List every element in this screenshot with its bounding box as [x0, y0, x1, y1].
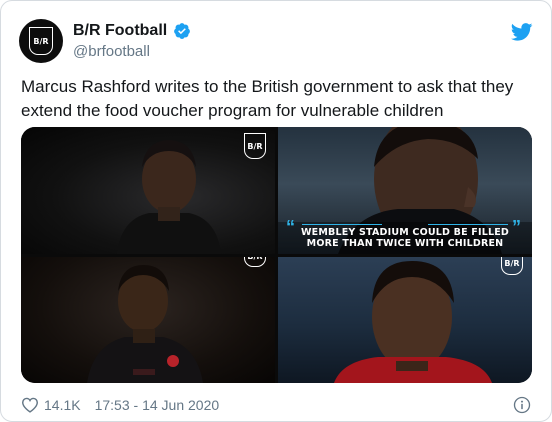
tweet-footer: 14.1K 17:53 - 14 Jun 2020: [21, 395, 533, 415]
quote-text: WEMBLEY STADIUM COULD BE FILLED MORE THA…: [301, 227, 509, 249]
media-photo-1[interactable]: B/R: [21, 127, 275, 254]
media-grid[interactable]: B/R “ ” WEMBLEY STADIUM COULD BE FILLED …: [21, 127, 532, 383]
heart-icon[interactable]: [21, 397, 39, 413]
author-handle[interactable]: @brfootball: [73, 43, 150, 60]
rashford-portrait-2: [87, 265, 203, 383]
like-count[interactable]: 14.1K: [44, 397, 81, 413]
media-logo-text: B/R: [247, 257, 262, 261]
media-logo-text: B/R: [247, 141, 263, 151]
br-logo-icon: B/R: [501, 257, 523, 275]
br-logo-icon: B/R: [29, 27, 53, 55]
rashford-portrait-1: [117, 140, 221, 254]
media-photo-3[interactable]: B/R: [21, 257, 275, 383]
br-logo-icon: B/R: [244, 133, 266, 159]
rashford-portrait-3: [334, 261, 492, 383]
tweet-text: Marcus Rashford writes to the British go…: [21, 77, 514, 120]
media-photo-2[interactable]: “ ” WEMBLEY STADIUM COULD BE FILLED MORE…: [278, 127, 532, 254]
author-name-row[interactable]: B/R Football: [73, 22, 191, 40]
twitter-bird-icon[interactable]: [511, 23, 533, 41]
verified-badge-icon: [174, 23, 191, 39]
author-name[interactable]: B/R Football: [73, 22, 167, 40]
avatar[interactable]: B/R: [19, 19, 63, 63]
tweet-timestamp[interactable]: 17:53 - 14 Jun 2020: [95, 397, 220, 413]
media-logo-text: B/R: [504, 258, 520, 268]
info-icon[interactable]: [513, 396, 531, 414]
avatar-logo-text: B/R: [33, 36, 49, 46]
media-photo-4[interactable]: B/R: [278, 257, 532, 383]
tweet-card: B/R B/R Football @brfootball Marcus Rash…: [0, 0, 552, 422]
